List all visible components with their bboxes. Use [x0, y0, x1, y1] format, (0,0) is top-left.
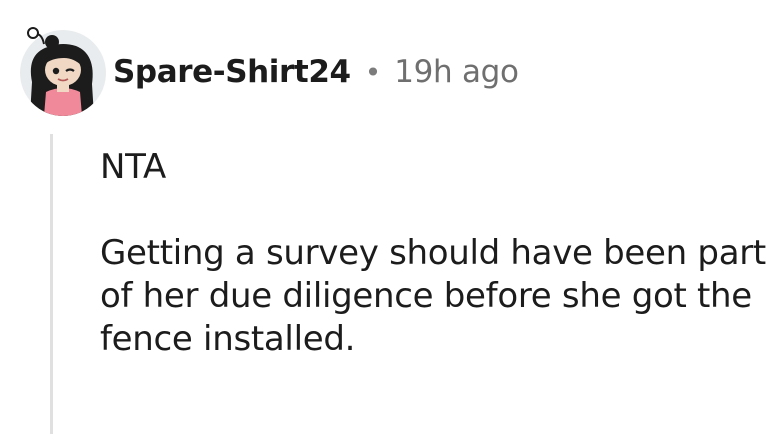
comment-paragraph: NTA — [100, 147, 166, 187]
comment-body: NTA Getting a survey should have been pa… — [100, 146, 772, 361]
separator-dot: • — [364, 55, 382, 89]
thread-collapse-line[interactable] — [50, 134, 53, 434]
username-link[interactable]: Spare-Shirt24 — [113, 54, 351, 90]
comment: Spare-Shirt24 • 19h ago NTA Getting a su… — [0, 0, 774, 434]
timestamp[interactable]: 19h ago — [394, 54, 519, 90]
comment-header: Spare-Shirt24 • 19h ago — [113, 50, 519, 94]
snoo-avatar-icon — [20, 27, 106, 116]
comment-paragraph: Getting a survey should have been part o… — [100, 233, 766, 359]
user-avatar[interactable] — [16, 22, 110, 116]
